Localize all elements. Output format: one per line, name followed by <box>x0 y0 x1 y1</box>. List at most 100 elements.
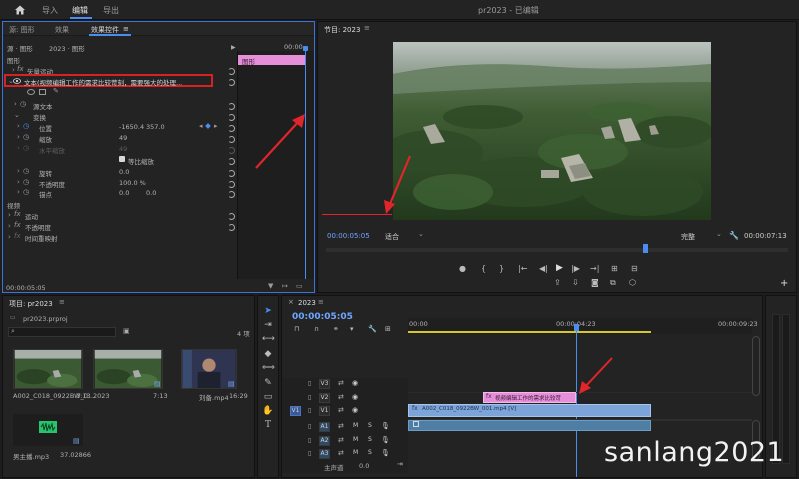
ellipse-mask-icon[interactable] <box>27 89 35 95</box>
reset-icon[interactable] <box>228 103 235 110</box>
source-clip-label[interactable]: 源 · 图形 <box>7 43 33 53</box>
scale-value[interactable]: 49 <box>119 134 127 142</box>
sync-lock-icon[interactable]: ⇄ <box>338 449 344 457</box>
mute-button[interactable]: M <box>353 449 358 456</box>
lock-icon[interactable]: ▯ <box>308 394 311 401</box>
lock-icon[interactable]: ▯ <box>308 423 311 430</box>
solo-button[interactable]: S <box>368 449 372 456</box>
reset-icon[interactable] <box>228 224 235 231</box>
insert-icon[interactable]: ⊞ <box>611 264 618 273</box>
program-timecode[interactable]: 00:00:05:05 <box>327 232 370 240</box>
home-icon[interactable] <box>14 4 26 16</box>
settings-wrench-icon[interactable]: 🔧 <box>368 325 377 333</box>
playhead-handle[interactable] <box>643 244 648 253</box>
sync-lock-icon[interactable]: ⇄ <box>338 436 344 444</box>
hand-tool-icon[interactable]: ✋ <box>262 406 274 417</box>
workspace-import[interactable]: 导入 <box>42 5 58 16</box>
comparison-icon[interactable]: ⧉ <box>610 278 616 288</box>
expand-arrow-icon[interactable]: › <box>12 66 15 74</box>
lock-icon[interactable]: ▯ <box>308 380 311 387</box>
snap-icon[interactable]: ∩ <box>314 325 319 333</box>
track-target-a1[interactable]: A1 <box>319 422 330 432</box>
stopwatch-active-icon[interactable]: ◷ <box>23 122 29 130</box>
fx-icon[interactable]: fx <box>14 232 21 240</box>
reset-icon[interactable] <box>228 181 235 188</box>
play-icon[interactable]: ▶ <box>556 263 563 273</box>
track-select-tool-icon[interactable]: ⇥ <box>262 320 274 331</box>
anchor-y-value[interactable]: 0.0 <box>146 189 156 197</box>
captions-icon[interactable]: ⊞ <box>385 325 391 333</box>
settings-icon[interactable]: ▭ <box>296 282 303 290</box>
mark-out-icon[interactable]: } <box>499 264 504 273</box>
expand-arrow-icon[interactable]: › <box>8 233 11 241</box>
expand-arrow-icon[interactable]: › <box>17 188 20 196</box>
eye-icon[interactable]: ◉ <box>352 379 358 387</box>
panel-menu-icon[interactable]: ≡ <box>364 24 370 32</box>
stopwatch-icon[interactable]: ◷ <box>23 188 29 196</box>
solo-button[interactable]: S <box>368 422 372 429</box>
mute-button[interactable]: M <box>353 436 358 443</box>
sync-lock-icon[interactable]: ⇄ <box>338 379 344 387</box>
panel-menu-icon[interactable]: ≡ <box>123 25 129 33</box>
chevron-down-icon[interactable]: ⌄ <box>418 230 424 238</box>
expand-arrow-icon[interactable]: › <box>17 122 20 130</box>
close-icon[interactable]: × <box>288 298 294 306</box>
fx-icon[interactable]: fx <box>14 221 21 229</box>
stopwatch-icon[interactable]: ◷ <box>23 133 29 141</box>
mini-playhead-handle[interactable] <box>303 46 308 51</box>
reset-icon[interactable] <box>228 68 235 75</box>
add-button-icon[interactable]: + <box>780 278 788 289</box>
opacity-value[interactable]: 100.0 % <box>119 179 146 187</box>
timeline-timecode[interactable]: 00:00:05:05 <box>292 312 353 322</box>
reset-icon[interactable] <box>228 213 235 220</box>
microphone-icon[interactable]: 🎙 <box>381 422 390 430</box>
track-target-v1[interactable]: V1 <box>319 406 330 416</box>
razor-tool-icon[interactable]: ◆ <box>262 349 274 360</box>
pen-mask-icon[interactable]: ✎ <box>53 87 59 95</box>
search-input[interactable] <box>8 327 116 337</box>
sync-lock-icon[interactable]: ⇄ <box>338 406 344 414</box>
mark-in-icon[interactable]: { <box>481 264 486 273</box>
panel-menu-icon[interactable]: ≡ <box>318 298 324 306</box>
sequence-clip-label[interactable]: 2023 · 图形 <box>49 43 85 53</box>
next-keyframe-icon[interactable]: ▸ <box>214 122 218 130</box>
quality-dropdown[interactable]: 完整 <box>681 232 695 242</box>
sequence-tab[interactable]: 2023 <box>298 299 316 307</box>
track-target-a2[interactable]: A2 <box>319 436 330 446</box>
go-to-out-icon[interactable]: →| <box>590 264 599 273</box>
wrench-icon[interactable]: 🔧 <box>729 231 739 240</box>
linked-selection-icon[interactable]: ⚭ <box>333 325 339 333</box>
new-bin-icon[interactable]: ▣ <box>123 327 130 335</box>
step-back-icon[interactable]: ◀| <box>539 264 548 273</box>
track-target-v3[interactable]: V3 <box>319 379 330 389</box>
overwrite-icon[interactable]: ⊟ <box>631 264 638 273</box>
filter-icon[interactable]: ▼ <box>268 282 273 290</box>
rotation-value[interactable]: 0.0 <box>119 168 129 176</box>
fx-icon[interactable]: fx <box>17 65 24 73</box>
text-layer-label[interactable]: 文本(视频编辑工作的需求比较苛刻，需要强大的处理... <box>24 77 182 87</box>
source-patch-v1[interactable]: V1 <box>290 406 301 416</box>
play-only-audio-icon[interactable]: ▶ <box>231 44 236 51</box>
timeline-playhead-handle[interactable] <box>574 324 579 331</box>
reset-icon[interactable] <box>228 191 235 198</box>
workspace-export[interactable]: 导出 <box>103 5 119 16</box>
rectangle-tool-icon[interactable]: ▭ <box>262 392 274 403</box>
lock-icon[interactable]: ▯ <box>308 407 311 414</box>
prev-keyframe-icon[interactable]: ◂ <box>199 122 203 130</box>
master-volume[interactable]: 0.0 <box>359 462 369 470</box>
tab-effects[interactable]: 效果 <box>55 25 69 35</box>
expand-arrow-icon[interactable]: › <box>8 222 11 230</box>
reset-icon[interactable] <box>228 136 235 143</box>
extract-icon[interactable]: ⇩ <box>572 278 579 287</box>
position-x-value[interactable]: -1650.4 <box>119 123 144 131</box>
go-to-in-icon[interactable]: |← <box>518 264 527 273</box>
fx-icon[interactable]: fx <box>14 210 21 218</box>
marker-icon[interactable]: ● <box>459 264 466 273</box>
lock-icon[interactable]: ▯ <box>308 437 311 444</box>
stopwatch-icon[interactable]: ◷ <box>23 167 29 175</box>
add-marker-icon[interactable]: ▾ <box>350 325 354 333</box>
sync-lock-icon[interactable]: ⇄ <box>338 422 344 430</box>
type-tool-icon[interactable]: T <box>262 420 274 431</box>
program-monitor-title[interactable]: 节目: 2023 <box>324 25 360 35</box>
microphone-icon[interactable]: 🎙 <box>381 449 390 457</box>
